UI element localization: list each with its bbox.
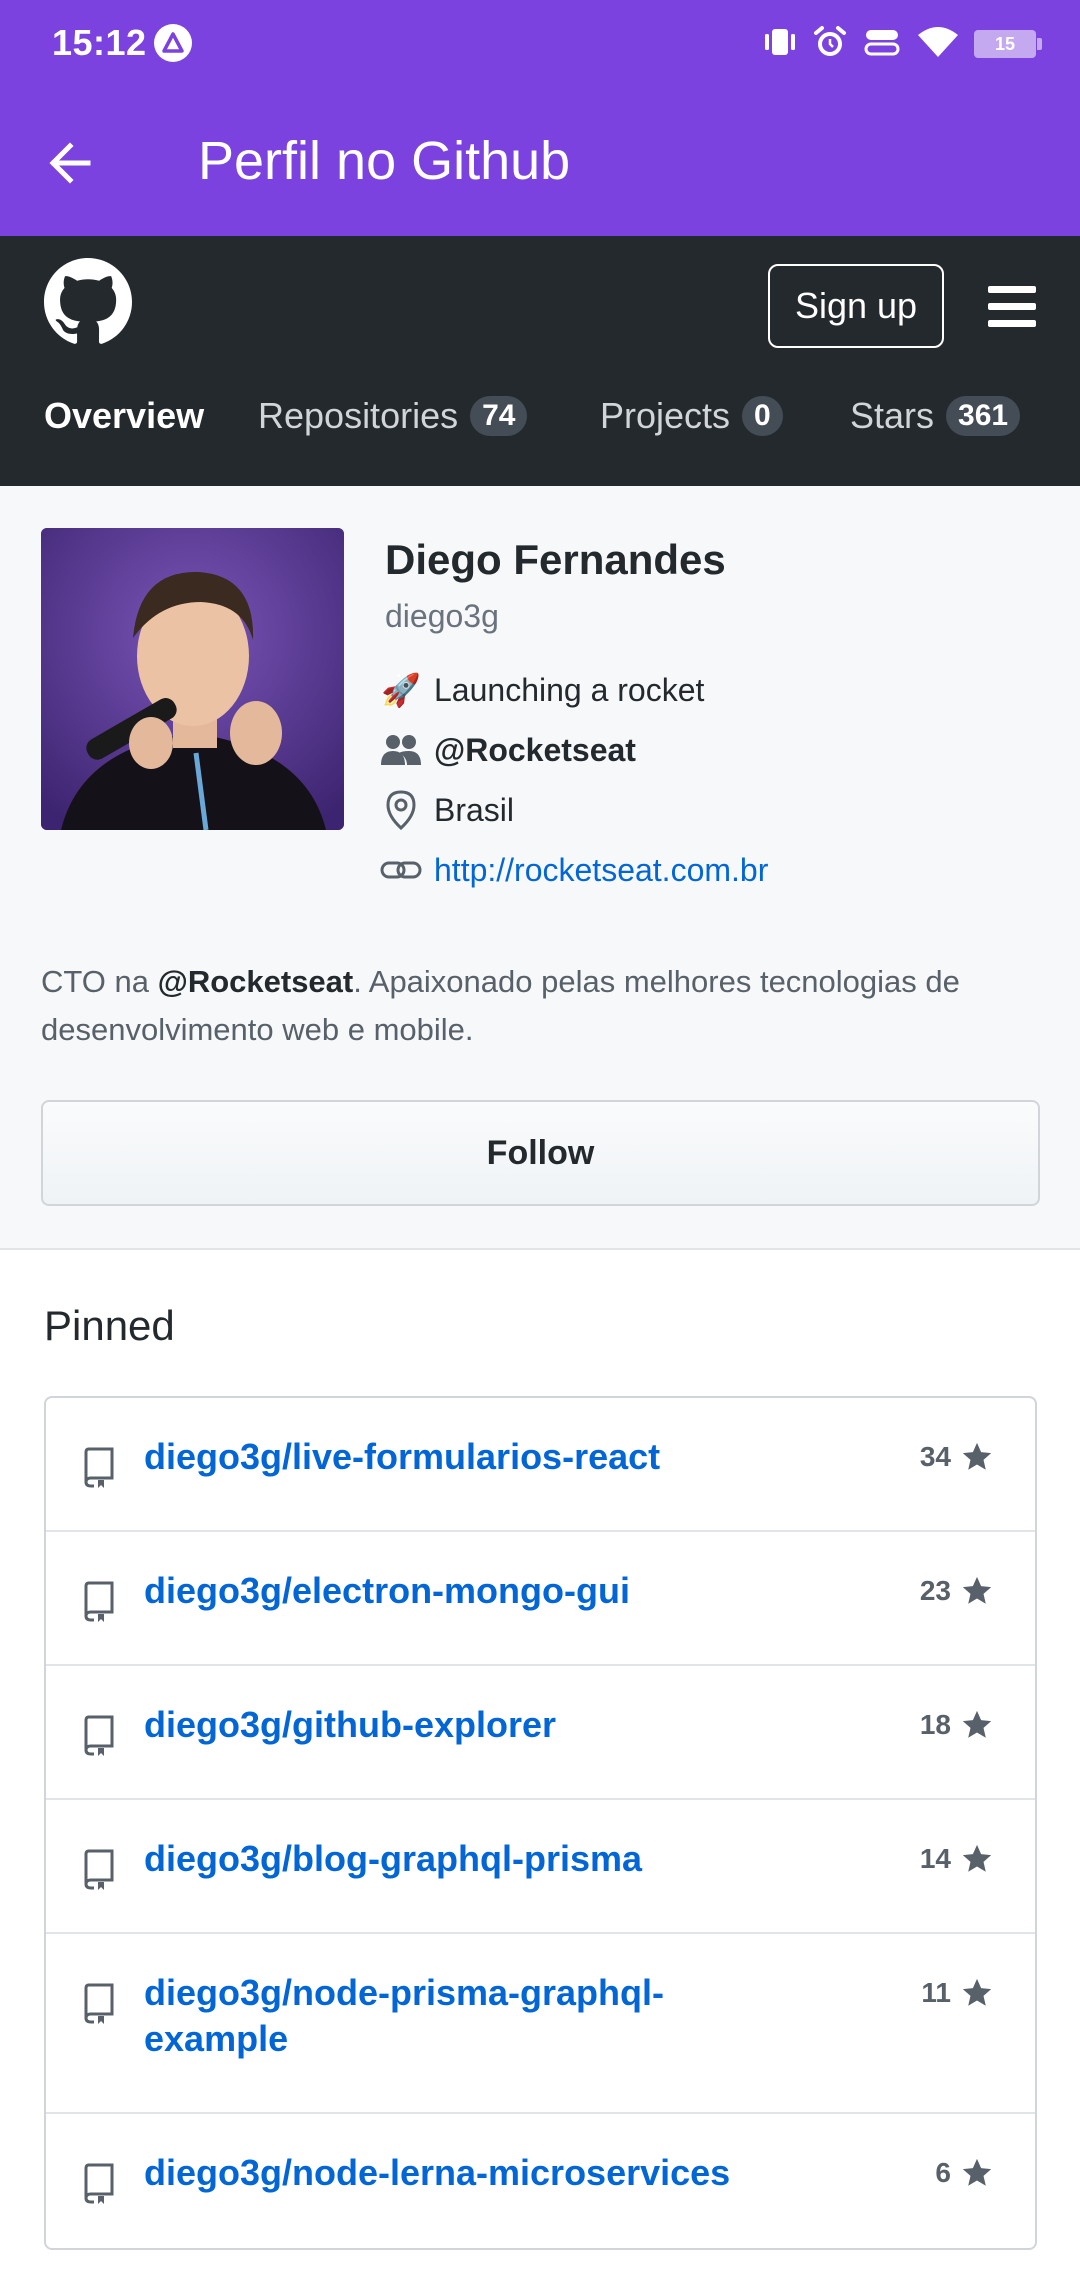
back-arrow-icon[interactable] xyxy=(38,128,108,198)
repo-name-link[interactable]: diego3g/node-lerna-microservices xyxy=(144,2150,744,2196)
repo-book-icon xyxy=(82,1982,116,2024)
tab-label: Stars xyxy=(850,395,935,436)
repo-stars: 14 xyxy=(920,1842,995,1876)
location-text: Brasil xyxy=(434,791,515,828)
user-location: Brasil xyxy=(380,790,514,830)
pinned-repo-item[interactable]: diego3g/electron-mongo-gui 23 xyxy=(46,1532,1035,1666)
alarm-icon xyxy=(812,25,848,64)
profile-card: Diego Fernandes diego3g 🚀 Launching a ro… xyxy=(0,486,1080,1250)
avatar xyxy=(41,528,344,830)
repo-name-link[interactable]: diego3g/node-prisma-graphql- example xyxy=(144,1970,744,2062)
star-count: 23 xyxy=(919,1575,951,1606)
bio-mention-link[interactable]: @Rocketseat xyxy=(158,964,354,999)
wifi-icon xyxy=(916,25,960,64)
repo-name-link[interactable]: diego3g/electron-mongo-gui xyxy=(144,1568,744,1614)
profile-name: Diego Fernandes xyxy=(385,536,726,583)
repo-name-link[interactable]: diego3g/live-formularios-react xyxy=(144,1434,744,1480)
repo-book-icon xyxy=(82,1714,116,1756)
profile-bio: CTO na @Rocketseat. Apaixonado pelas mel… xyxy=(41,958,1041,1054)
stars-count-badge: 361 xyxy=(946,396,1021,436)
status-time: 15:12 xyxy=(52,22,147,63)
repo-book-icon xyxy=(82,1848,116,1890)
link-icon xyxy=(380,850,422,890)
battery-icon: 15 xyxy=(974,30,1042,58)
repo-book-icon xyxy=(82,1580,116,1622)
star-icon xyxy=(962,1844,992,1872)
star-icon xyxy=(962,1710,992,1738)
status-bar: 15:12 15 xyxy=(0,0,1080,90)
repo-stars: 18 xyxy=(920,1708,995,1742)
pinned-repo-item[interactable]: diego3g/live-formularios-react 34 xyxy=(46,1398,1035,1532)
github-logo-icon[interactable] xyxy=(44,258,132,346)
rocket-emoji-icon: 🚀 xyxy=(381,672,421,708)
pinned-heading: Pinned xyxy=(44,1302,175,1349)
data-saver-icon xyxy=(862,27,902,62)
star-count: 6 xyxy=(935,2157,951,2188)
toolbar: Perfil no Github xyxy=(0,90,1080,236)
pinned-repo-item[interactable]: diego3g/blog-graphql-prisma 14 xyxy=(46,1800,1035,1934)
pinned-repo-item[interactable]: diego3g/github-explorer 18 xyxy=(46,1666,1035,1800)
bio-text: . Apaixonado pelas melhores tecnologias … xyxy=(353,964,960,999)
repo-name-line: example xyxy=(144,2018,289,2059)
status-icons: 15 xyxy=(762,25,1042,64)
hamburger-menu-icon[interactable] xyxy=(988,286,1036,327)
pinned-repos-list: diego3g/live-formularios-react 34 diego3… xyxy=(44,1396,1037,2250)
pinned-repo-item[interactable]: diego3g/node-lerna-microservices 6 xyxy=(46,2114,1035,2248)
tab-repositories[interactable]: Repositories 74 xyxy=(258,386,528,446)
repo-book-icon xyxy=(82,2162,116,2204)
pinned-repo-item[interactable]: diego3g/node-prisma-graphql- example 11 xyxy=(46,1934,1035,2114)
follow-button[interactable]: Follow xyxy=(41,1100,1040,1206)
location-pin-icon xyxy=(380,790,422,830)
status-text: Launching a rocket xyxy=(434,671,705,708)
repo-stars: 11 xyxy=(921,1976,995,2010)
repo-name-link[interactable]: diego3g/blog-graphql-prisma xyxy=(144,1836,744,1882)
star-count: 14 xyxy=(919,1843,951,1874)
star-icon xyxy=(962,2158,992,2186)
people-icon xyxy=(380,730,422,770)
star-icon xyxy=(962,1576,992,1604)
repositories-count-badge: 74 xyxy=(470,396,528,436)
page-title: Perfil no Github xyxy=(198,131,571,191)
star-count: 11 xyxy=(921,1977,951,2008)
app-bar: 15:12 15 Perfil no Github xyxy=(0,0,1080,236)
sign-up-button[interactable]: Sign up xyxy=(768,264,944,348)
repo-book-icon xyxy=(82,1446,116,1488)
tab-projects[interactable]: Projects 0 xyxy=(600,386,783,446)
tab-label: Projects xyxy=(600,395,731,436)
profile-username: diego3g xyxy=(385,598,499,634)
tab-overview[interactable]: Overview xyxy=(44,386,204,446)
tab-stars[interactable]: Stars 361 xyxy=(850,386,1021,446)
star-count: 18 xyxy=(919,1709,951,1740)
user-website: http://rocketseat.com.br xyxy=(380,850,768,890)
repo-stars: 34 xyxy=(920,1440,995,1474)
organization-text[interactable]: @Rocketseat xyxy=(434,732,636,769)
profile-tabs: Overview Repositories 74 Projects 0 Star… xyxy=(0,386,1080,456)
tab-label: Overview xyxy=(44,395,205,436)
app-notification-icon xyxy=(154,24,192,62)
repo-stars: 23 xyxy=(920,1574,995,1608)
star-count: 34 xyxy=(919,1441,951,1472)
website-link[interactable]: http://rocketseat.com.br xyxy=(434,852,768,889)
user-organization: @Rocketseat xyxy=(380,730,636,770)
repo-stars: 6 xyxy=(935,2156,995,2190)
star-icon xyxy=(962,1978,992,2006)
projects-count-badge: 0 xyxy=(742,396,783,436)
repo-name-link[interactable]: diego3g/github-explorer xyxy=(144,1702,744,1748)
vibrate-icon xyxy=(762,27,798,62)
bio-text: desenvolvimento web e mobile. xyxy=(41,1012,474,1047)
star-icon xyxy=(962,1442,992,1470)
repo-name-line: diego3g/node-prisma-graphql- xyxy=(144,1972,665,2013)
tab-label: Repositories xyxy=(258,395,459,436)
github-header: Sign up Overview Repositories 74 Project… xyxy=(0,236,1080,486)
bio-text: CTO na xyxy=(41,964,158,999)
user-status: 🚀 Launching a rocket xyxy=(380,670,704,710)
